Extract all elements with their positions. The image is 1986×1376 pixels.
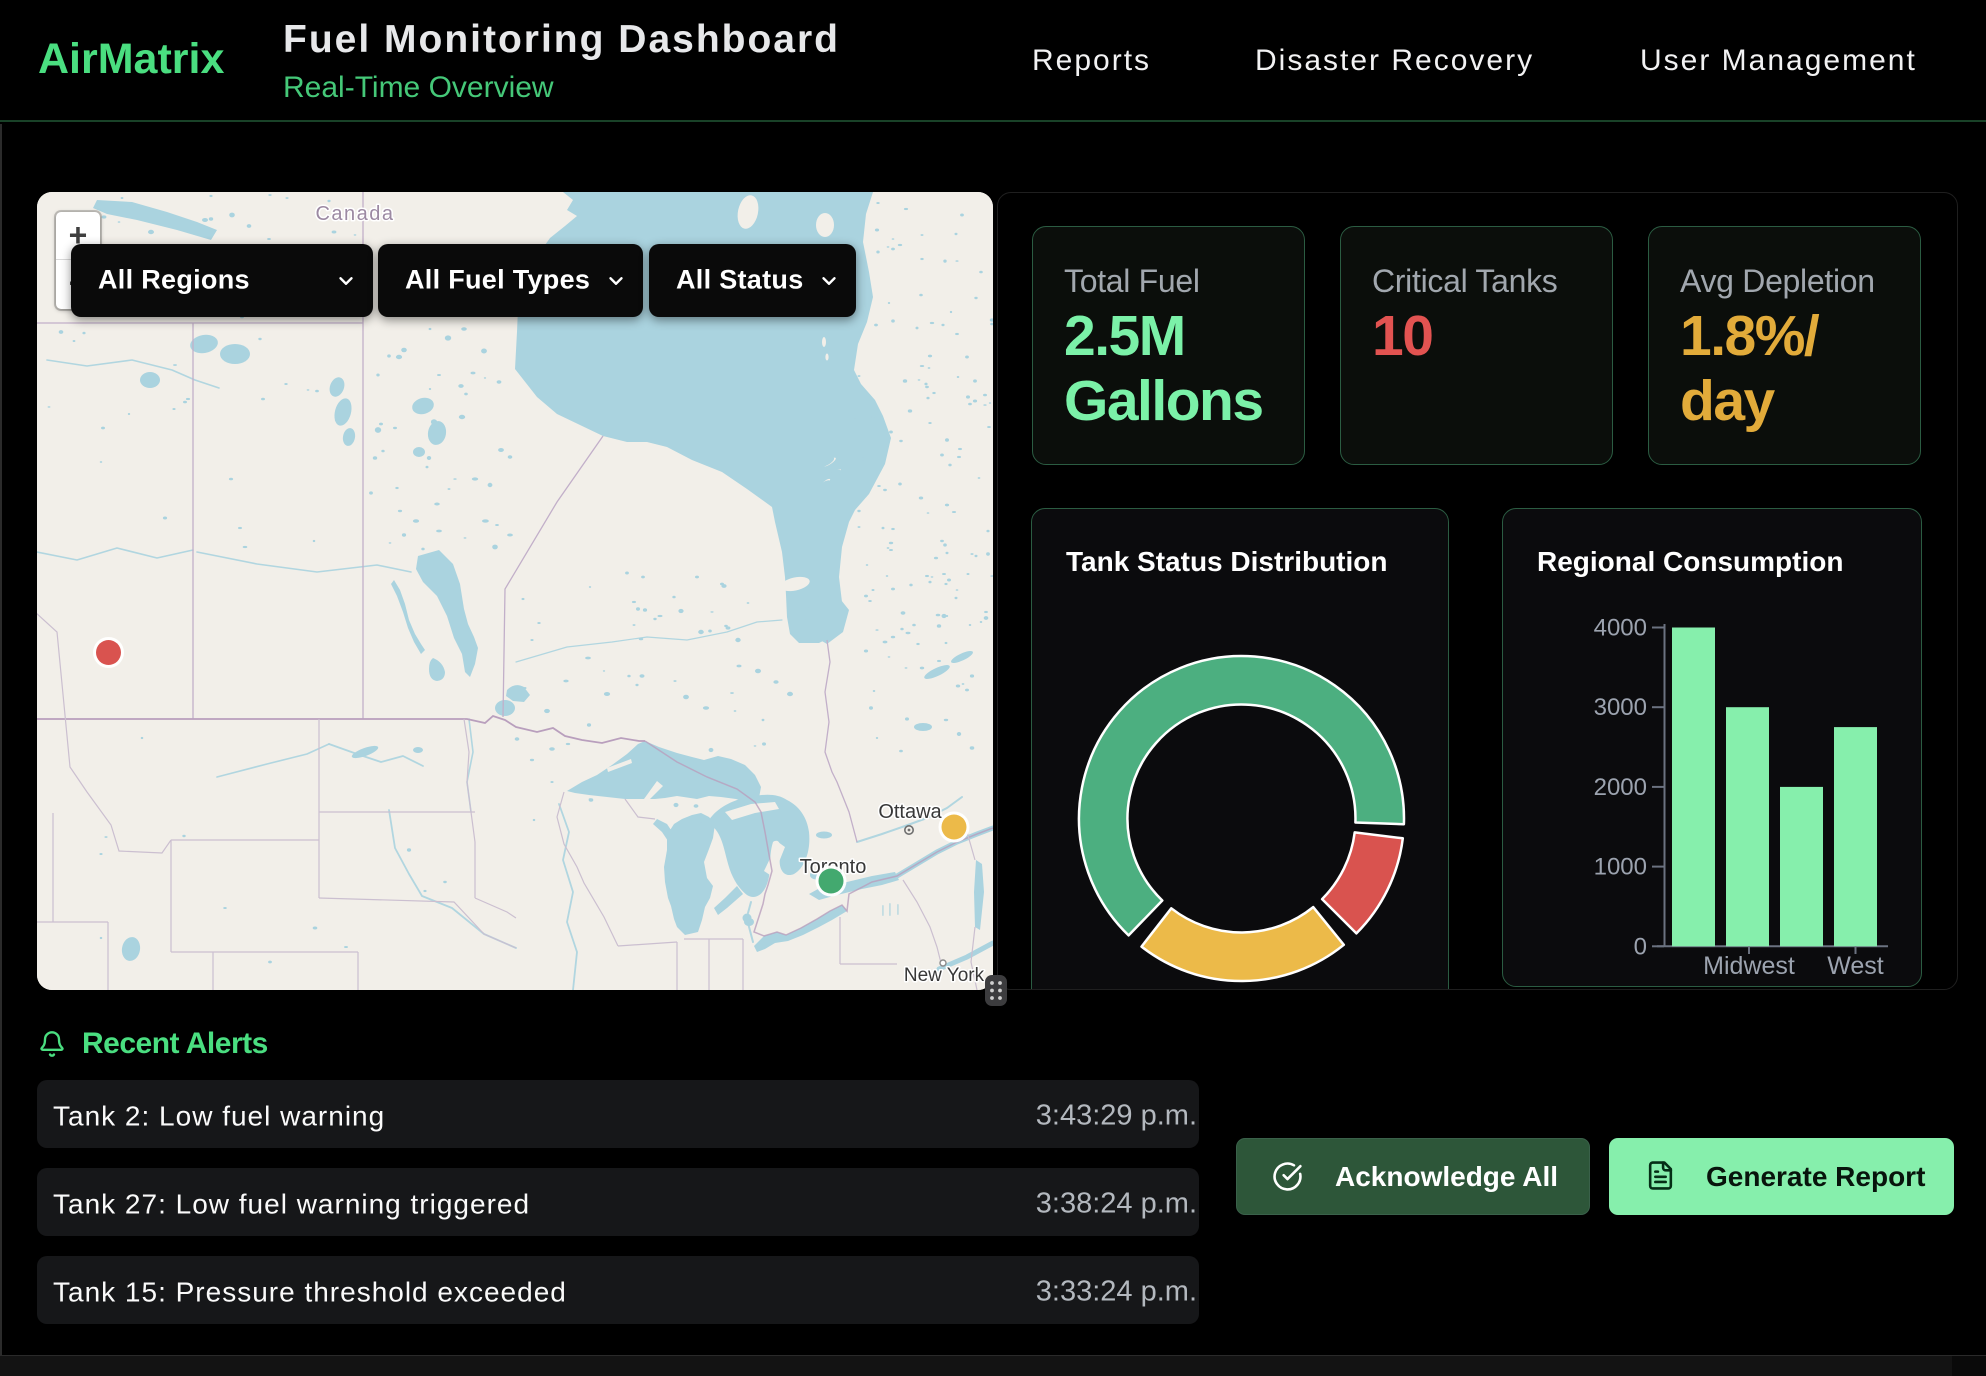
svg-text:Ottawa: Ottawa: [878, 801, 942, 823]
svg-text:West: West: [1827, 952, 1884, 980]
svg-text:1000: 1000: [1594, 854, 1647, 881]
svg-text:2000: 2000: [1594, 774, 1647, 801]
svg-text:Midwest: Midwest: [1703, 952, 1795, 980]
svg-text:New York: New York: [904, 965, 985, 986]
svg-text:Canada: Canada: [315, 203, 394, 225]
svg-text:3000: 3000: [1594, 694, 1647, 721]
svg-text:4000: 4000: [1594, 615, 1647, 642]
svg-text:0: 0: [1634, 933, 1647, 960]
